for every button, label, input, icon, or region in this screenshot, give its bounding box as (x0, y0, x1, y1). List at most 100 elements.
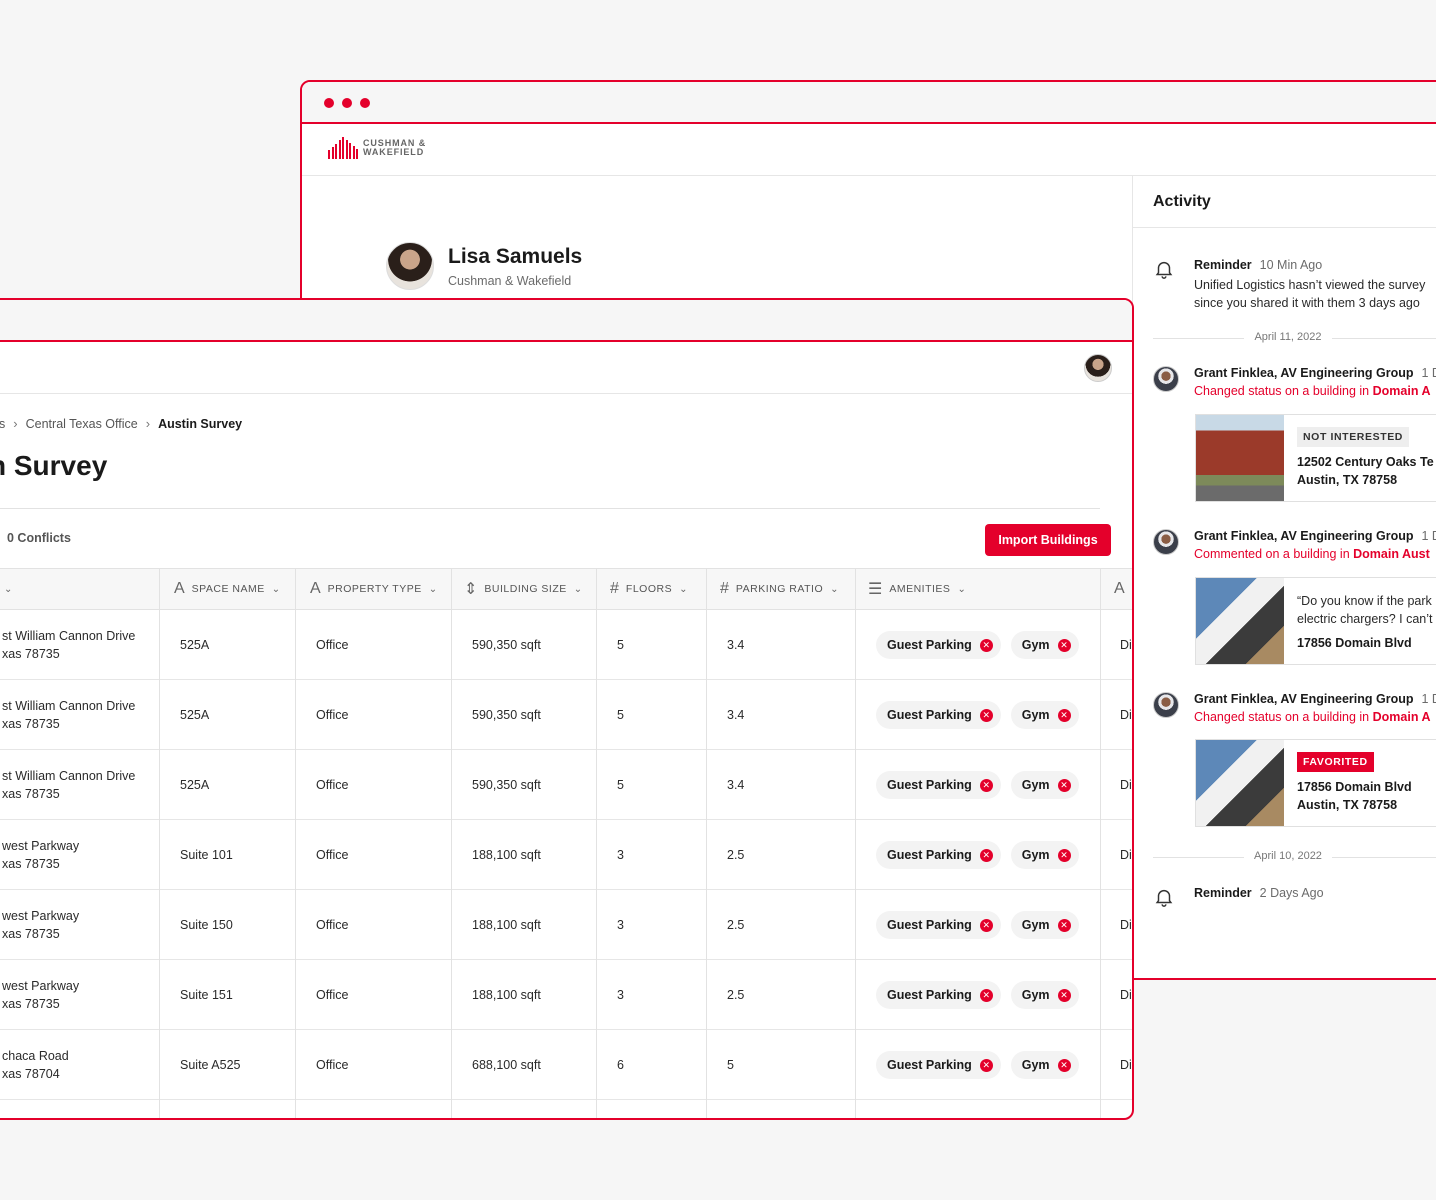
activity-item[interactable]: Grant Finklea, AV Engineering Group 1 D C… (1153, 366, 1436, 398)
avatar (386, 242, 434, 290)
column-header-space-name[interactable]: A SPACE NAME ⌄ (174, 569, 281, 609)
activity-time: 1 D (1421, 692, 1436, 706)
building-address: 12502 Century Oaks Te (1297, 455, 1434, 469)
amenity-chip[interactable]: Gym ✕ (1010, 701, 1079, 729)
floors-cell: 3 (617, 918, 624, 932)
address-line1: st William Cannon Drive (2, 769, 136, 783)
user-profile: Lisa Samuels Cushman & Wakefield (386, 242, 582, 290)
building-photo (1196, 740, 1284, 826)
breadcrumb-item[interactable]: ics (0, 417, 5, 431)
amenity-chip[interactable]: Guest Parking ✕ (876, 911, 1001, 939)
activity-item[interactable]: Grant Finklea, AV Engineering Group 1 D C… (1153, 529, 1436, 561)
activity-item[interactable]: Grant Finklea, AV Engineering Group 1 D C… (1153, 692, 1436, 724)
amenity-chip[interactable]: Guest Parking ✕ (876, 981, 1001, 1009)
activity-target-link[interactable]: Domain Aust (1353, 547, 1430, 561)
amenity-chip[interactable]: Gym ✕ (1010, 631, 1079, 659)
parking-ratio-cell: 2.5 (727, 918, 745, 932)
conflicts-count[interactable]: 0 Conflicts (7, 531, 71, 545)
close-dot-icon[interactable] (324, 98, 334, 108)
amenity-chip[interactable]: Guest Parking ✕ (876, 771, 1001, 799)
remove-x-icon[interactable]: ✕ (979, 988, 993, 1002)
amenity-chip[interactable]: Gym ✕ (1010, 841, 1079, 869)
table-row[interactable]: st William Cannon Drive xas 78735 525A Offi… (0, 750, 1132, 820)
list-type-icon: ☰ (868, 581, 883, 598)
remove-x-icon[interactable]: ✕ (1057, 778, 1071, 792)
remove-x-icon[interactable]: ✕ (1057, 988, 1071, 1002)
chevron-down-icon: ⌄ (4, 583, 13, 595)
remove-x-icon[interactable]: ✕ (1057, 1058, 1071, 1072)
building-photo (1196, 415, 1284, 501)
remove-x-icon[interactable]: ✕ (1057, 848, 1071, 862)
amenity-chip[interactable]: Gym ✕ (1010, 1051, 1079, 1079)
activity-target-link[interactable]: Domain A (1373, 710, 1431, 724)
building-card[interactable]: NOT INTERESTED 12502 Century Oaks Te Aus… (1195, 414, 1436, 502)
amenity-chip[interactable]: Gym ✕ (1010, 911, 1079, 939)
amenity-chip[interactable]: Gym ✕ (1010, 981, 1079, 1009)
next-column-cell: Di (1120, 848, 1132, 862)
address-line1: west Parkway (2, 839, 80, 853)
remove-x-icon[interactable]: ✕ (1057, 638, 1071, 652)
activity-target-link[interactable]: Domain A (1373, 384, 1431, 398)
column-header-property-type[interactable]: A PROPERTY TYPE ⌄ (310, 569, 438, 609)
table-row[interactable]: chaca Road xas 78704 Suite A525 Office 688,1… (0, 1030, 1132, 1100)
remove-x-icon[interactable]: ✕ (979, 778, 993, 792)
table-row[interactable]: west Parkway xas 78735 Suite 101 Office 188,… (0, 820, 1132, 890)
column-header-floors[interactable]: # FLOORS ⌄ (610, 569, 688, 609)
column-header-address[interactable]: ⌄ (4, 569, 13, 609)
remove-x-icon[interactable]: ✕ (979, 1058, 993, 1072)
remove-x-icon[interactable]: ✕ (979, 638, 993, 652)
comment-card[interactable]: “Do you know if the park electric charge… (1195, 577, 1436, 665)
text-type-icon: A (174, 580, 185, 597)
reminder-label: Reminder (1194, 886, 1252, 900)
activity-title: Activity (1133, 176, 1436, 228)
address-line1: st William Cannon Drive (2, 699, 136, 713)
table-row[interactable]: st William Cannon Drive xas 78735 525A Offi… (0, 680, 1132, 750)
remove-x-icon[interactable]: ✕ (979, 848, 993, 862)
space-name-cell: Suite 150 (180, 918, 233, 932)
window-controls[interactable] (324, 98, 370, 108)
amenities-cell: Guest Parking ✕ Gym ✕ (876, 1030, 1089, 1100)
reminder-text-line1: Unified Logistics hasn’t viewed the surv… (1194, 278, 1426, 292)
amenity-chip[interactable]: Guest Parking ✕ (876, 631, 1001, 659)
amenity-chip[interactable]: Guest Parking ✕ (876, 1051, 1001, 1079)
remove-x-icon[interactable]: ✕ (979, 708, 993, 722)
minimize-dot-icon[interactable] (342, 98, 352, 108)
remove-x-icon[interactable]: ✕ (979, 918, 993, 932)
address-line2: xas 78735 (2, 857, 60, 871)
column-divider (706, 568, 707, 1118)
import-buildings-button[interactable]: Import Buildings (985, 524, 1111, 556)
breadcrumb-item[interactable]: Central Texas Office (26, 417, 138, 431)
remove-x-icon[interactable]: ✕ (1057, 708, 1071, 722)
logo-bars-icon (328, 137, 358, 159)
maximize-dot-icon[interactable] (360, 98, 370, 108)
address-line1: chaca Road (2, 1049, 69, 1063)
building-size-cell: 590,350 sqft (472, 778, 541, 792)
activity-reminder[interactable]: Reminder 2 Days Ago (1153, 886, 1436, 907)
profile-name: Lisa Samuels (448, 244, 583, 268)
table-row[interactable]: st William Cannon Drive xas 78735 525A Offi… (0, 610, 1132, 680)
amenity-chip[interactable]: Gym ✕ (1010, 771, 1079, 799)
table-row[interactable]: west Parkway xas 78735 Suite 150 Office 188,… (0, 890, 1132, 960)
user-avatar[interactable] (1084, 354, 1112, 382)
column-header-next[interactable]: A (1114, 569, 1125, 609)
property-type-cell: Office (316, 708, 349, 722)
building-card[interactable]: FAVORITED 17856 Domain Blvd Austin, TX 7… (1195, 739, 1436, 827)
amenity-chip[interactable]: Guest Parking ✕ (876, 701, 1001, 729)
amenities-cell: Guest Parking ✕ Gym ✕ (876, 610, 1089, 680)
next-column-cell: Di (1120, 778, 1132, 792)
column-header-building-size[interactable]: ⇕ BUILDING SIZE ⌄ (464, 569, 583, 609)
column-header-parking-ratio[interactable]: # PARKING RATIO ⌄ (720, 569, 839, 609)
divider (0, 508, 1100, 509)
building-address: 17856 Domain Blvd (1297, 780, 1412, 794)
activity-reminder[interactable]: Reminder 10 Min Ago Unified Logistics has… (1153, 258, 1436, 312)
table-row[interactable]: west Parkway xas 78735 Suite 151 Office 188,… (0, 960, 1132, 1030)
chevron-down-icon: ⌄ (957, 583, 967, 595)
next-column-cell: Di (1120, 988, 1132, 1002)
cushman-wakefield-logo[interactable]: CUSHMAN & WAKEFIELD (328, 137, 426, 159)
building-size-cell: 188,100 sqft (472, 918, 541, 932)
remove-x-icon[interactable]: ✕ (1057, 918, 1071, 932)
amenity-chip[interactable]: Guest Parking ✕ (876, 841, 1001, 869)
column-header-amenities[interactable]: ☰ AMENITIES ⌄ (868, 569, 966, 609)
space-name-cell: Suite A525 (180, 1058, 241, 1072)
avatar (1153, 692, 1179, 718)
